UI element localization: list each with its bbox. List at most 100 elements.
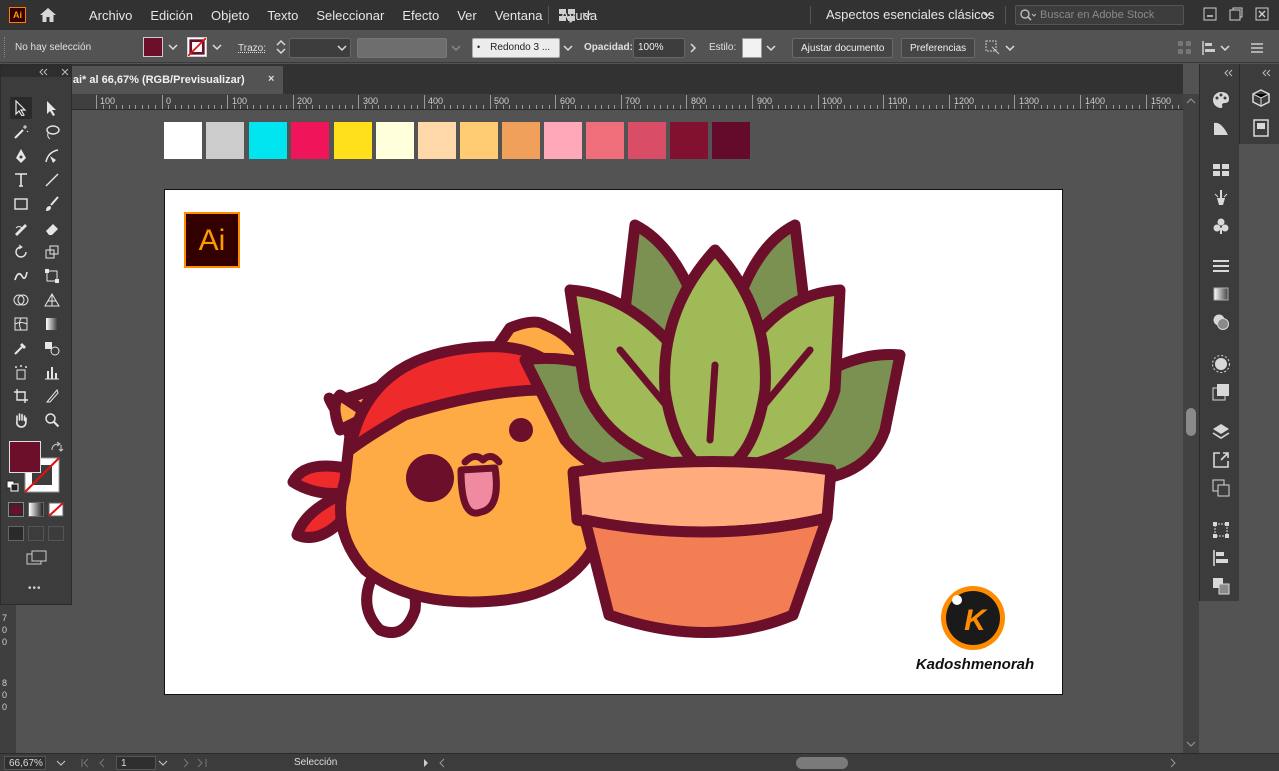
chevron-down-icon[interactable] — [56, 759, 66, 767]
paintbrush-tool-icon[interactable] — [41, 193, 63, 215]
chevron-down-icon[interactable] — [1218, 38, 1232, 58]
perspective-grid-tool-icon[interactable] — [41, 289, 63, 311]
shaper-tool-icon[interactable] — [10, 217, 32, 239]
expand-panels-icon[interactable] — [1224, 69, 1238, 77]
menu-texto[interactable]: Texto — [258, 8, 307, 23]
palette-swatch[interactable] — [376, 122, 414, 159]
stock-search-input[interactable]: Buscar en Adobe Stock — [1015, 5, 1184, 25]
palette-swatch[interactable] — [544, 122, 582, 159]
tools-panel-header[interactable] — [1, 65, 71, 77]
vertical-scroll-thumb[interactable] — [1186, 408, 1196, 436]
panel-grip[interactable] — [4, 37, 7, 57]
collapse-panel-icon[interactable] — [1, 66, 71, 78]
palette-swatch[interactable] — [586, 122, 624, 159]
palette-swatch[interactable] — [670, 122, 708, 159]
vertical-ruler[interactable]: 7 0 0 8 0 0 — [0, 605, 16, 753]
artboard-number-field[interactable]: 1 — [116, 756, 156, 770]
restore-icon[interactable] — [1228, 6, 1244, 22]
draw-normal-icon[interactable] — [8, 526, 24, 541]
rotate-tool-icon[interactable] — [10, 241, 32, 263]
color-palette-icon[interactable] — [1211, 90, 1231, 110]
chevron-down-icon[interactable] — [166, 37, 180, 57]
status-menu-arrow-icon[interactable] — [421, 757, 431, 769]
chevron-down-icon[interactable] — [158, 759, 168, 767]
export-assets-icon[interactable] — [1211, 450, 1231, 470]
appearance-icon[interactable] — [1211, 354, 1231, 374]
chevron-down-icon[interactable] — [1003, 38, 1017, 58]
selection-tool-icon[interactable] — [10, 97, 32, 119]
menu-efecto[interactable]: Efecto — [393, 8, 448, 23]
workspace-switcher[interactable]: Aspectos esenciales clásicos — [826, 7, 994, 22]
draw-inside-icon[interactable] — [48, 526, 64, 541]
palette-swatch[interactable] — [418, 122, 456, 159]
menu-objeto[interactable]: Objeto — [202, 8, 258, 23]
close-tab-icon[interactable]: × — [268, 73, 274, 85]
symbols-icon[interactable] — [1211, 216, 1231, 236]
minimize-icon[interactable] — [1202, 6, 1218, 22]
swatches-icon[interactable] — [1211, 160, 1231, 180]
menu-ventana[interactable]: Ventana — [486, 8, 552, 23]
chevron-down-icon[interactable] — [982, 10, 992, 18]
fill-color-front[interactable] — [9, 441, 41, 473]
none-mode-button[interactable] — [48, 502, 64, 517]
swap-colors-icon[interactable] — [50, 441, 64, 453]
scroll-left-icon[interactable] — [437, 757, 447, 769]
chevron-down-icon[interactable] — [764, 38, 778, 58]
next-last-artboard-icon[interactable] — [174, 757, 210, 769]
symbol-sprayer-tool-icon[interactable] — [10, 361, 32, 383]
stroke-label[interactable]: Trazo: — [238, 43, 266, 54]
palette-swatch[interactable] — [460, 122, 498, 159]
palette-swatch[interactable] — [291, 122, 329, 159]
gradient-panel-icon[interactable] — [1211, 284, 1231, 304]
type-tool-icon[interactable] — [10, 169, 32, 191]
chevron-down-icon[interactable] — [561, 38, 575, 58]
scroll-right-icon[interactable] — [1168, 757, 1178, 769]
fill-swatch[interactable] — [143, 37, 163, 57]
align-left-icon[interactable] — [1200, 39, 1218, 57]
home-icon[interactable] — [38, 6, 58, 24]
curvature-tool-icon[interactable] — [41, 145, 63, 167]
gradient-tool-icon[interactable] — [41, 313, 63, 335]
layers-icon[interactable] — [1211, 422, 1231, 442]
mesh-tool-icon[interactable] — [10, 313, 32, 335]
menu-ver[interactable]: Ver — [448, 8, 486, 23]
gradient-mode-button[interactable] — [28, 502, 44, 517]
vertical-scrollbar[interactable] — [1183, 94, 1199, 753]
brushes-icon[interactable] — [1211, 188, 1231, 208]
graphic-style-swatch[interactable] — [742, 38, 762, 58]
close-icon[interactable] — [1254, 6, 1270, 22]
transform-icon[interactable] — [983, 38, 1001, 56]
document-tab[interactable]: ta.ai* al 66,67% (RGB/Previsualizar) — [60, 66, 283, 94]
chevron-down-icon[interactable] — [449, 38, 463, 58]
palette-swatch[interactable] — [164, 122, 202, 159]
screen-mode-icon[interactable] — [26, 550, 48, 566]
artboard-tool-icon[interactable] — [10, 385, 32, 407]
libraries-icon[interactable] — [1251, 88, 1271, 108]
lasso-tool-icon[interactable] — [41, 121, 63, 143]
palette-swatch[interactable] — [502, 122, 540, 159]
align-panel-icon[interactable] — [1211, 548, 1231, 568]
graphic-styles-icon[interactable] — [1211, 382, 1231, 402]
menu-edicion[interactable]: Edición — [141, 8, 202, 23]
variable-width-profile[interactable] — [357, 38, 447, 58]
color-mode-button[interactable] — [8, 502, 24, 517]
eyedropper-tool-icon[interactable] — [10, 337, 32, 359]
rectangle-tool-icon[interactable] — [10, 193, 32, 215]
zoom-field[interactable]: 66,67% — [4, 756, 46, 770]
color-guide-icon[interactable] — [1211, 118, 1231, 138]
transparency-icon[interactable] — [1211, 312, 1231, 332]
expand-panels-icon[interactable] — [1262, 69, 1276, 77]
scale-tool-icon[interactable] — [41, 241, 63, 263]
scroll-up-icon[interactable] — [1186, 97, 1196, 105]
line-tool-icon[interactable] — [41, 169, 63, 191]
palette-swatch[interactable] — [628, 122, 666, 159]
brush-definition-field[interactable]: • Redondo 3 ... — [472, 38, 560, 58]
palette-swatch[interactable] — [206, 122, 244, 159]
align-grid-icon[interactable] — [1176, 39, 1194, 57]
palette-swatch[interactable] — [712, 122, 750, 159]
pathfinder-icon[interactable] — [1211, 576, 1231, 596]
horizontal-scroll-thumb[interactable] — [796, 757, 848, 769]
stroke-panel-icon[interactable] — [1211, 256, 1231, 276]
arrange-documents-icon[interactable] — [558, 7, 594, 23]
scroll-down-icon[interactable] — [1186, 740, 1196, 748]
